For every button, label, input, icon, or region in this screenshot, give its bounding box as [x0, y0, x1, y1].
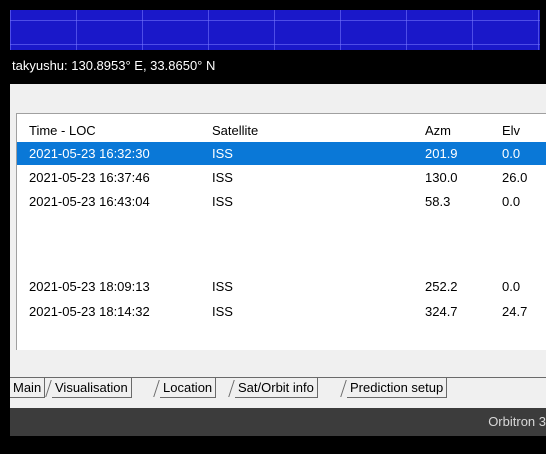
row-satellite: ISS — [212, 170, 233, 185]
column-header-elv[interactable]: Elv — [502, 119, 520, 142]
table-row[interactable]: 2021-05-23 18:09:13 ISS 252.2 0.0 — [17, 275, 546, 298]
row-elv: 26.0 — [502, 170, 528, 185]
row-elv: 0.0 — [502, 194, 521, 209]
row-time: 2021-05-23 16:32:30 — [29, 146, 150, 161]
row-azm: 252.2 — [425, 279, 458, 294]
location-readout: takyushu: 130.8953° E, 33.8650° N — [12, 58, 216, 73]
tab-location[interactable]: Location — [160, 378, 217, 398]
status-bar: Orbitron 3 — [10, 408, 546, 436]
list-header: Time - LOC Satellite Azm Elv — [17, 119, 546, 142]
app-window: takyushu: 130.8953° E, 33.8650° N Time -… — [0, 0, 546, 454]
row-elv: 0.0 — [502, 279, 521, 294]
row-elv: 0.0 — [502, 146, 521, 161]
tab-bar: Main Visualisation Location Sat/Orbit in… — [10, 376, 546, 398]
tab-sat-orbit-info[interactable]: Sat/Orbit info — [235, 378, 318, 398]
row-satellite: ISS — [212, 194, 233, 209]
table-row[interactable]: 2021-05-23 18:14:32 ISS 324.7 24.7 — [17, 300, 546, 323]
row-azm: 130.0 — [425, 170, 458, 185]
row-elv: 24.7 — [502, 304, 528, 319]
row-time: 2021-05-23 16:37:46 — [29, 170, 150, 185]
row-time: 2021-05-23 18:09:13 — [29, 279, 150, 294]
world-map-strip[interactable] — [10, 10, 540, 50]
column-header-time[interactable]: Time - LOC — [29, 119, 96, 142]
row-time: 2021-05-23 16:43:04 — [29, 194, 150, 209]
row-satellite: ISS — [212, 304, 233, 319]
row-azm: 324.7 — [425, 304, 458, 319]
app-name-label: Orbitron 3 — [488, 414, 546, 429]
row-satellite: ISS — [212, 279, 233, 294]
tab-main[interactable]: Main — [10, 378, 46, 398]
table-row[interactable]: 2021-05-23 16:37:46 ISS 130.0 26.0 — [17, 166, 546, 189]
row-azm: 58.3 — [425, 194, 451, 209]
row-azm: 201.9 — [425, 146, 458, 161]
tab-prediction-setup[interactable]: Prediction setup — [347, 378, 448, 398]
table-row[interactable]: 2021-05-23 16:43:04 ISS 58.3 0.0 — [17, 190, 546, 213]
table-row[interactable]: 2021-05-23 16:32:30 ISS 201.9 0.0 — [17, 142, 546, 165]
row-satellite: ISS — [212, 146, 233, 161]
prediction-list[interactable]: Time - LOC Satellite Azm Elv 2021-05-23 … — [16, 113, 546, 350]
column-header-satellite[interactable]: Satellite — [212, 119, 258, 142]
row-time: 2021-05-23 18:14:32 — [29, 304, 150, 319]
column-header-azm[interactable]: Azm — [425, 119, 451, 142]
tab-visualisation[interactable]: Visualisation — [52, 378, 132, 398]
